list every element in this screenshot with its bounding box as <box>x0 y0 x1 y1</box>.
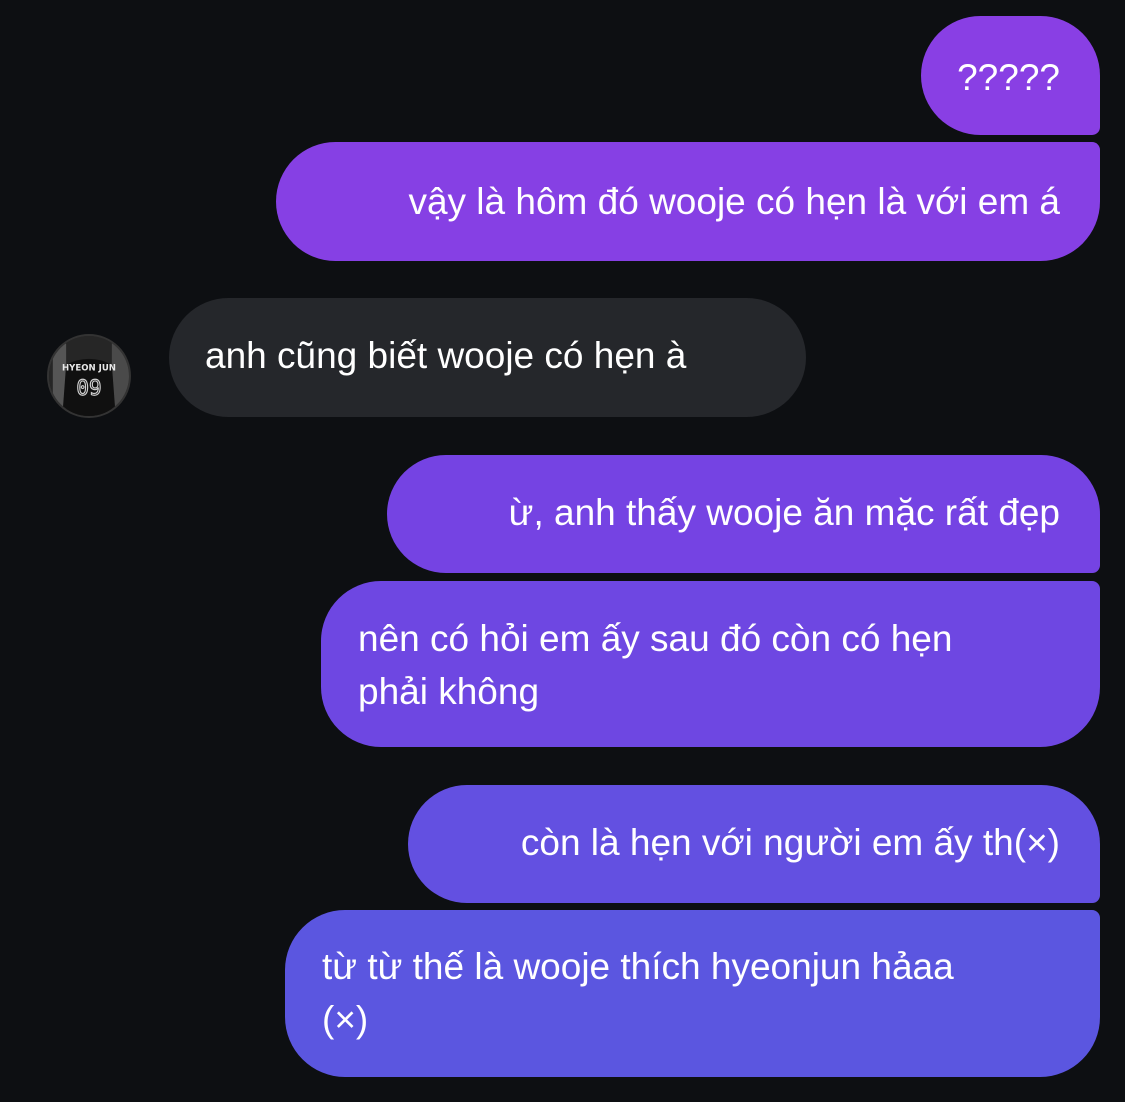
message-text: vậy là hôm đó wooje có hẹn là với em á <box>408 181 1060 222</box>
message-text: còn là hẹn với người em ấy th(×) <box>520 822 1060 863</box>
avatar-photo: HYEON JUN 09 <box>49 336 129 416</box>
message-text: ừ, anh thấy wooje ăn mặc rất đẹp <box>508 492 1060 533</box>
message-text: ????? <box>957 57 1060 98</box>
message-text-line-2: (×) <box>322 999 369 1040</box>
message-bubble-4[interactable]: ừ, anh thấy wooje ăn mặc rất đẹp <box>387 455 1100 573</box>
message-bubble-5[interactable]: nên có hỏi em ấy sau đó còn có hẹn phải … <box>321 581 1100 747</box>
message-text-line-1: từ từ thế là wooje thích hyeonjun hảaa <box>322 946 954 987</box>
message-bubble-7[interactable]: từ từ thế là wooje thích hyeonjun hảaa (… <box>285 910 1100 1077</box>
contact-avatar[interactable]: HYEON JUN 09 <box>47 334 131 418</box>
chat-thread: ????? vậy là hôm đó wooje có hẹn là với … <box>0 0 1125 1102</box>
message-text: anh cũng biết wooje có hẹn à <box>205 335 687 376</box>
message-text-line-1: nên có hỏi em ấy sau đó còn có hẹn <box>358 618 953 659</box>
avatar-jersey-number: 09 <box>76 376 101 400</box>
message-bubble-1[interactable]: ????? <box>921 16 1100 135</box>
message-bubble-3[interactable]: anh cũng biết wooje có hẹn à <box>169 298 806 417</box>
message-bubble-2[interactable]: vậy là hôm đó wooje có hẹn là với em á <box>276 142 1100 261</box>
avatar-jersey-name: HYEON JUN <box>62 363 116 373</box>
message-bubble-6[interactable]: còn là hẹn với người em ấy th(×) <box>408 785 1100 903</box>
message-text-line-2: phải không <box>358 671 540 712</box>
